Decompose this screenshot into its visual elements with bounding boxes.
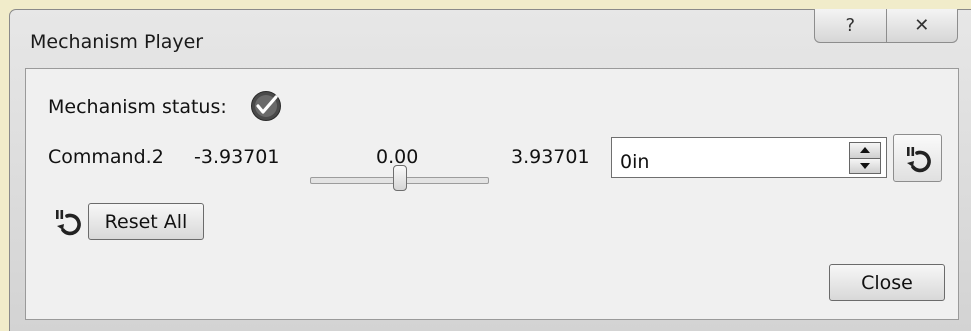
reset-all-icon	[56, 210, 81, 236]
window-close-button[interactable]: ✕	[885, 9, 958, 42]
command-value-input[interactable]	[611, 137, 887, 178]
arrow-up-icon	[860, 147, 870, 154]
command-min-label: -3.93701	[194, 146, 280, 168]
spin-down-button[interactable]	[849, 158, 881, 174]
close-button[interactable]: Close	[829, 264, 945, 301]
close-icon: ✕	[914, 15, 930, 36]
mechanism-status-label: Mechanism status:	[48, 96, 227, 118]
help-button[interactable]: ?	[815, 9, 886, 42]
window-title: Mechanism Player	[30, 31, 204, 53]
caption-buttons: ? ✕	[814, 9, 958, 43]
check-circle-icon	[251, 91, 281, 121]
spin-up-button[interactable]	[849, 142, 881, 159]
value-spinner	[849, 142, 881, 174]
arrow-down-icon	[860, 162, 870, 169]
reset-all-button[interactable]: Reset All	[88, 203, 204, 240]
command-max-label: 3.93701	[511, 146, 590, 168]
reset-icon	[906, 147, 931, 173]
command-name-label: Command.2	[48, 146, 164, 168]
reset-command-button[interactable]	[893, 134, 942, 182]
help-icon: ?	[845, 15, 856, 36]
command-slider-thumb[interactable]	[392, 165, 407, 191]
